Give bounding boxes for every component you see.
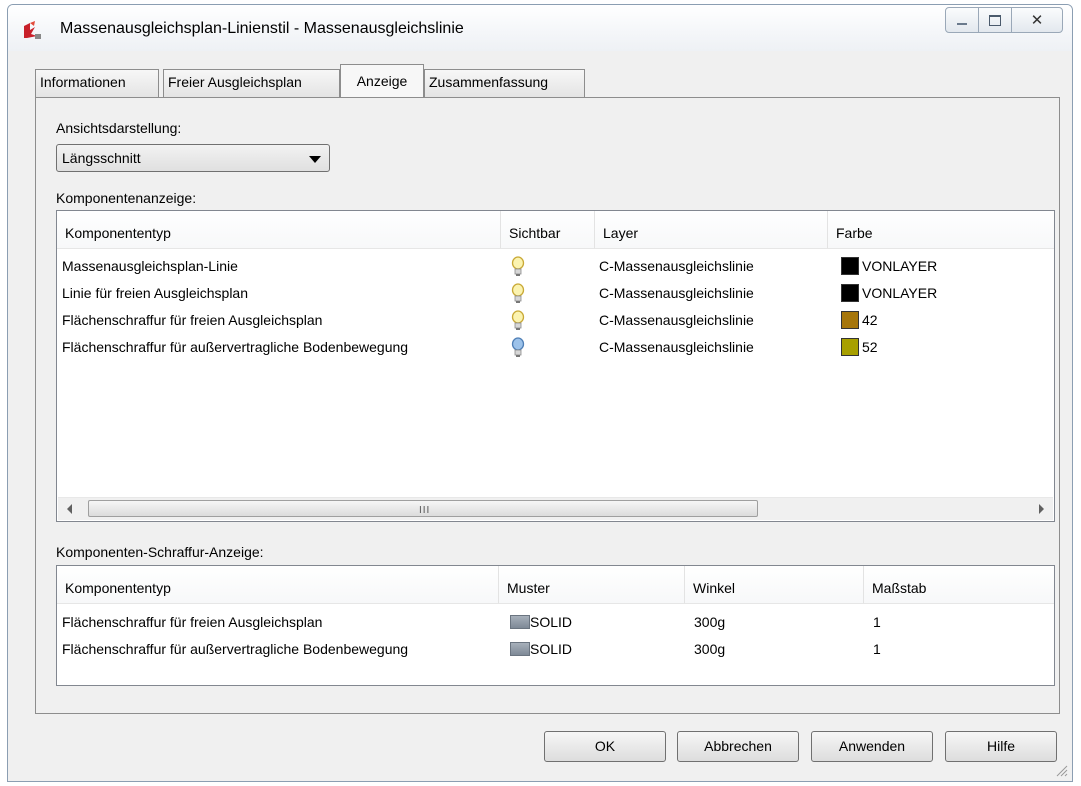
tab-freier-ausgleichsplan[interactable]: Freier Ausgleichsplan — [163, 69, 340, 97]
maximize-button[interactable] — [978, 7, 1012, 33]
visibility-toggle[interactable] — [510, 256, 526, 278]
color-label: VONLAYER — [862, 258, 938, 274]
header-massstab[interactable]: Maßstab — [864, 566, 1054, 604]
table-row[interactable]: Flächenschraffur für freien Ausgleichspl… — [62, 312, 322, 328]
component-display-table: Komponententyp Sichtbar Layer Farbe Mass… — [56, 210, 1055, 522]
visibility-toggle[interactable] — [510, 337, 526, 359]
visibility-toggle[interactable] — [510, 310, 526, 332]
angle-value[interactable]: 300g — [694, 641, 725, 657]
header-muster[interactable]: Muster — [499, 566, 685, 604]
layer-value[interactable]: C-Massenausgleichslinie — [599, 339, 754, 355]
minimize-button[interactable] — [945, 7, 979, 33]
visibility-toggle[interactable] — [510, 283, 526, 305]
tab-label: Freier Ausgleichsplan — [168, 74, 302, 90]
table-row[interactable]: Flächenschraffur für außervertragliche B… — [62, 339, 408, 355]
lightbulb-on-icon — [511, 283, 525, 303]
view-select-value: Längsschnitt — [62, 150, 141, 166]
view-select[interactable]: Längsschnitt — [56, 144, 330, 172]
header-layer[interactable]: Layer — [595, 211, 828, 249]
maximize-icon — [989, 14, 1001, 26]
resize-grip-icon[interactable] — [1054, 763, 1068, 777]
scrollbar-thumb[interactable]: III — [88, 500, 758, 517]
layer-value[interactable]: C-Massenausgleichslinie — [599, 312, 754, 328]
hatch-display-label: Komponenten-Schraffur-Anzeige: — [56, 544, 264, 560]
component-type: Linie für freien Ausgleichsplan — [62, 285, 249, 301]
color-value[interactable]: VONLAYER — [841, 257, 937, 275]
color-swatch — [841, 257, 859, 275]
cancel-button[interactable]: Abbrechen — [677, 731, 799, 762]
angle-value[interactable]: 300g — [694, 614, 725, 630]
apply-button[interactable]: Anwenden — [811, 731, 933, 762]
horizontal-scrollbar[interactable]: III — [58, 497, 1053, 520]
header-komponententyp[interactable]: Komponententyp — [57, 211, 501, 249]
color-label: 52 — [862, 339, 878, 355]
component-display-label: Komponentenanzeige: — [56, 190, 197, 206]
title-bar: Massenausgleichsplan-Linienstil - Massen… — [8, 5, 1072, 51]
lightbulb-on-icon — [511, 256, 525, 276]
lightbulb-on-icon — [511, 310, 525, 330]
color-value[interactable]: 42 — [841, 311, 878, 329]
lightbulb-off-icon — [511, 337, 525, 357]
tab-informationen[interactable]: Informationen — [35, 69, 159, 97]
scale-value[interactable]: 1 — [873, 614, 881, 630]
header-farbe[interactable]: Farbe — [828, 211, 1054, 249]
pattern-label: SOLID — [530, 614, 573, 630]
pattern-label: SOLID — [530, 641, 573, 657]
view-label: Ansichtsdarstellung: — [56, 120, 182, 136]
color-label: VONLAYER — [862, 285, 938, 301]
tab-anzeige[interactable]: Anzeige — [340, 64, 424, 97]
component-type: Massenausgleichsplan-Linie — [62, 258, 238, 274]
scroll-right-icon[interactable] — [1039, 504, 1044, 514]
scroll-left-icon[interactable] — [67, 504, 72, 514]
pattern-value[interactable]: SOLID — [510, 641, 572, 657]
tab-zusammenfassung[interactable]: Zusammenfassung — [424, 69, 585, 97]
header-sichtbar[interactable]: Sichtbar — [501, 211, 595, 249]
color-value[interactable]: VONLAYER — [841, 284, 937, 302]
ok-button[interactable]: OK — [544, 731, 666, 762]
layer-value[interactable]: C-Massenausgleichslinie — [599, 258, 754, 274]
help-button[interactable]: Hilfe — [945, 731, 1057, 762]
pattern-value[interactable]: SOLID — [510, 614, 572, 630]
color-swatch — [841, 338, 859, 356]
hatch-pattern-icon — [510, 615, 530, 629]
tab-label: Anzeige — [356, 73, 408, 89]
table-row[interactable]: Flächenschraffur für freien Ausgleichspl… — [62, 614, 322, 630]
close-icon: ✕ — [1030, 12, 1044, 29]
component-type: Flächenschraffur für außervertragliche B… — [62, 641, 409, 657]
civil3d-app-icon — [24, 21, 41, 39]
window-title: Massenausgleichsplan-Linienstil - Massen… — [60, 20, 464, 37]
header-winkel[interactable]: Winkel — [685, 566, 864, 604]
color-label: 42 — [862, 312, 878, 328]
color-swatch — [841, 284, 859, 302]
tab-label: Informationen — [40, 74, 126, 90]
scale-value[interactable]: 1 — [873, 641, 881, 657]
color-swatch — [841, 311, 859, 329]
tab-label: Zusammenfassung — [429, 74, 549, 90]
component-type: Flächenschraffur für freien Ausgleichspl… — [62, 312, 323, 328]
scrollbar-grip: III — [419, 505, 431, 516]
color-value[interactable]: 52 — [841, 338, 878, 356]
table-row[interactable]: Flächenschraffur für außervertragliche B… — [62, 641, 408, 657]
hatch-pattern-icon — [510, 642, 530, 656]
minimize-icon — [957, 23, 967, 25]
chevron-down-icon — [309, 156, 321, 163]
close-button[interactable]: ✕ — [1011, 7, 1063, 33]
header-komponententyp[interactable]: Komponententyp — [57, 566, 499, 604]
component-type: Flächenschraffur für freien Ausgleichspl… — [62, 614, 323, 630]
table-row[interactable]: Linie für freien Ausgleichsplan — [62, 285, 248, 301]
table-row[interactable]: Massenausgleichsplan-Linie — [62, 258, 238, 274]
hatch-display-table: Komponententyp Muster Winkel Maßstab Flä… — [56, 565, 1055, 686]
component-type: Flächenschraffur für außervertragliche B… — [62, 339, 409, 355]
layer-value[interactable]: C-Massenausgleichslinie — [599, 285, 754, 301]
